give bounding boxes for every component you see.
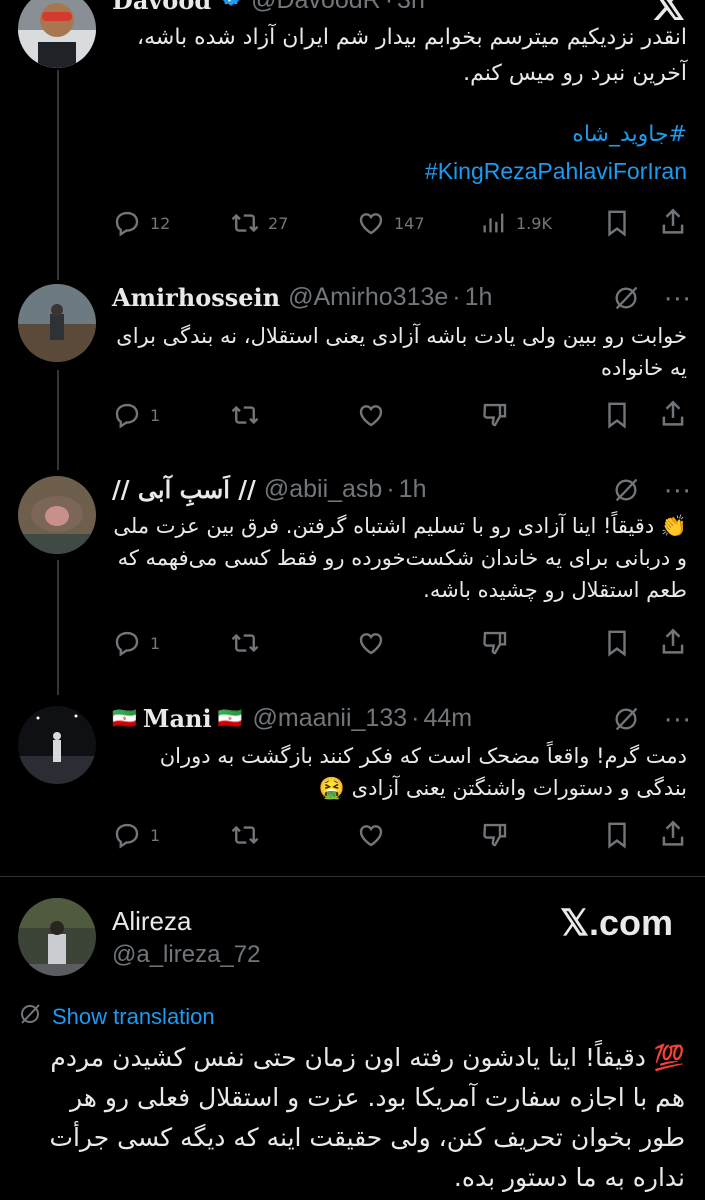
hashtag-link[interactable]: #جاوید_شاه [572,122,687,147]
views-icon [480,208,508,238]
timestamp[interactable]: 3h [397,0,425,15]
avatar[interactable] [18,0,96,68]
dislike-icon [480,820,510,850]
divider [0,876,705,877]
bookmark-button[interactable] [604,628,630,658]
like-icon [356,628,386,658]
tweet-header: Amirhossein @Amirho313e · 1h [112,282,493,312]
reply-button[interactable]: 12 [112,208,170,238]
bookmark-icon [604,208,630,238]
retweet-button[interactable] [230,820,260,850]
retweet-button[interactable]: 27 [230,208,288,238]
display-name[interactable]: Davood [112,0,211,15]
dislike-icon [480,400,510,430]
share-button[interactable] [660,398,686,430]
bookmark-icon [604,820,630,850]
thread-line [57,560,59,695]
tweet-top-actions: ··· [612,705,692,737]
hashtag-link[interactable]: #KingRezaPahlaviForIran [425,158,687,185]
dislike-icon [480,628,510,658]
x-brand-logo: 𝕏.com [560,902,674,943]
thread-line [57,70,59,280]
share-icon [660,626,686,658]
tweet-header: // اَسبِ آبی // @abii_asb · 1h [112,474,427,504]
views-button[interactable]: 1.9K [480,208,552,238]
display-name[interactable]: Amirhossein [112,283,280,312]
reply-button[interactable]: 1 [112,820,160,850]
grok-icon[interactable] [612,705,640,737]
avatar[interactable] [18,898,96,976]
bookmark-icon [604,400,630,430]
timestamp[interactable]: 1h [399,475,427,504]
tweet-text: انقدر نزدیکیم میترسم بخوابم بیدار شم ایر… [137,25,687,86]
flag-emoji: 🇮🇷 [112,706,137,730]
verified-icon [219,0,243,15]
tweet-header: 🇮🇷 Mani 🇮🇷 @maanii_133 · 44m [112,703,473,733]
retweet-button[interactable] [230,628,260,658]
retweet-icon [230,820,260,850]
timestamp[interactable]: 1h [465,283,493,312]
display-name[interactable]: Mani [143,704,212,733]
dislike-button[interactable] [480,400,510,430]
share-icon [660,206,686,238]
handle[interactable]: @DavoodR [251,0,381,15]
share-button[interactable] [660,626,686,658]
reply-icon [112,628,142,658]
handle[interactable]: @Amirho313e [288,283,448,312]
share-button[interactable] [660,206,686,238]
retweet-icon [230,628,260,658]
reply-icon [112,400,142,430]
dislike-button[interactable] [480,820,510,850]
avatar[interactable] [18,476,96,554]
like-icon [356,820,386,850]
display-name[interactable]: // اَسبِ آبی // [112,475,256,504]
retweet-icon [230,400,260,430]
share-icon [660,818,686,850]
retweet-button[interactable] [230,400,260,430]
more-icon[interactable]: ··· [664,708,692,734]
share-icon [660,398,686,430]
like-button[interactable] [356,628,386,658]
bookmark-button[interactable] [604,208,630,238]
bookmark-icon [604,628,630,658]
flag-emoji: 🇮🇷 [217,706,243,730]
avatar[interactable] [18,284,96,362]
retweet-icon [230,208,260,238]
like-icon [356,400,386,430]
tweet-text: 💯 دقیقاً! اینا یادشون رفته اون زمان حتی … [49,1043,685,1192]
like-button[interactable] [356,400,386,430]
like-button[interactable]: 147 [356,208,425,238]
reply-button[interactable]: 1 [112,628,160,658]
tweet-header: Davood @DavoodR · 3h [112,0,425,16]
avatar[interactable] [18,706,96,784]
reply-icon [112,208,142,238]
bookmark-button[interactable] [604,400,630,430]
more-icon[interactable]: ··· [664,479,692,505]
more-icon[interactable]: ··· [664,287,692,313]
tweet-text: خوابت رو ببین ولی یادت باشه آزادی یعنی ا… [116,324,687,380]
show-translation-link[interactable]: Show translation [18,1002,215,1032]
like-icon [356,208,386,238]
reply-icon [112,820,142,850]
tweet-text: 👏 دقیقاً! اینا آزادی رو با تسلیم اشتباه … [113,514,687,602]
handle[interactable]: @a_lireza_72 [112,941,260,969]
tweet-top-actions: ··· [612,476,692,508]
share-button[interactable] [660,818,686,850]
translate-icon [18,1002,42,1032]
grok-icon[interactable] [612,476,640,508]
bookmark-button[interactable] [604,820,630,850]
tweet-top-actions: ··· [612,284,692,316]
display-name[interactable]: Alireza [112,906,191,937]
timestamp[interactable]: 44m [423,704,472,733]
grok-icon[interactable] [612,284,640,316]
handle[interactable]: @abii_asb [264,475,383,504]
like-button[interactable] [356,820,386,850]
dislike-button[interactable] [480,628,510,658]
reply-button[interactable]: 1 [112,400,160,430]
thread-line [57,370,59,470]
tweet-text: دمت گرم! واقعاً مضحک است که فکر کنند باز… [159,744,687,800]
handle[interactable]: @maanii_133 [253,704,408,733]
